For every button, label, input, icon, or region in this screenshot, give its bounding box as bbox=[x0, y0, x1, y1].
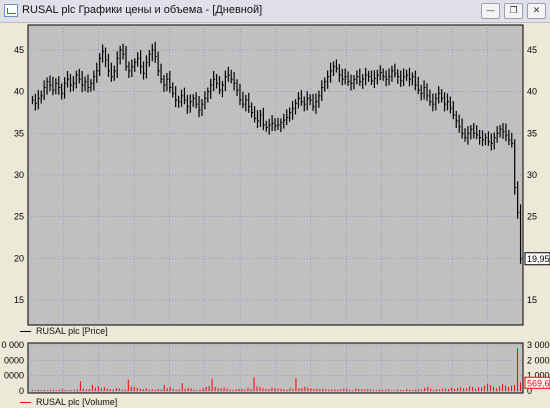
price-y-tick-left: 25 bbox=[14, 212, 24, 222]
chart-canvas[interactable]: 1515202025253030353540404545 19,95 00000… bbox=[0, 22, 550, 408]
price-y-tick-right: 25 bbox=[527, 212, 537, 222]
volume-y-tick-right: 2 000 bbox=[527, 355, 550, 365]
volume-y-tick-left: 0000 bbox=[4, 355, 24, 365]
volume-legend: RUSAL plc [Volume] bbox=[20, 397, 117, 407]
last-price-tag: 19,95 bbox=[524, 252, 550, 266]
volume-y-tick-right: 3 000 bbox=[527, 340, 550, 350]
price-y-tick-left: 15 bbox=[14, 295, 24, 305]
volume-y-tick-left: 0000 bbox=[4, 371, 24, 381]
last-price-label: 19,95 bbox=[527, 254, 550, 264]
title-bar[interactable]: RUSAL plc Графики цены и объема - [Дневн… bbox=[0, 0, 550, 23]
volume-y-tick-left: 0 bbox=[19, 386, 24, 396]
minimize-button[interactable]: — bbox=[481, 3, 500, 19]
volume-legend-swatch bbox=[20, 402, 31, 404]
last-volume-tag: 569,6 bbox=[524, 376, 550, 389]
chart-window: RUSAL plc Графики цены и объема - [Дневн… bbox=[0, 0, 550, 408]
price-y-tick-left: 40 bbox=[14, 87, 24, 97]
restore-button[interactable]: ❐ bbox=[504, 3, 523, 19]
volume-legend-label: RUSAL plc [Volume] bbox=[36, 397, 118, 407]
chart-area: 1515202025253030353540404545 19,95 00000… bbox=[0, 22, 550, 408]
price-y-tick-left: 35 bbox=[14, 128, 24, 138]
price-y-tick-left: 45 bbox=[14, 45, 24, 55]
price-y-tick-right: 35 bbox=[527, 128, 537, 138]
volume-y-tick-left: 0 000 bbox=[1, 340, 24, 350]
price-legend: RUSAL plc [Price] bbox=[20, 326, 108, 336]
last-volume-label: 569,6 bbox=[527, 378, 550, 388]
close-button[interactable]: ✕ bbox=[527, 3, 546, 19]
chart-app-icon bbox=[4, 4, 18, 17]
price-y-tick-right: 40 bbox=[527, 87, 537, 97]
window-title: RUSAL plc Графики цены и объема - [Дневн… bbox=[22, 4, 263, 16]
price-y-tick-right: 15 bbox=[527, 295, 537, 305]
price-y-tick-right: 45 bbox=[527, 45, 537, 55]
price-legend-swatch bbox=[20, 331, 31, 333]
price-y-tick-left: 30 bbox=[14, 170, 24, 180]
price-legend-label: RUSAL plc [Price] bbox=[36, 326, 108, 336]
price-y-tick-right: 30 bbox=[527, 170, 537, 180]
price-y-tick-left: 20 bbox=[14, 253, 24, 263]
